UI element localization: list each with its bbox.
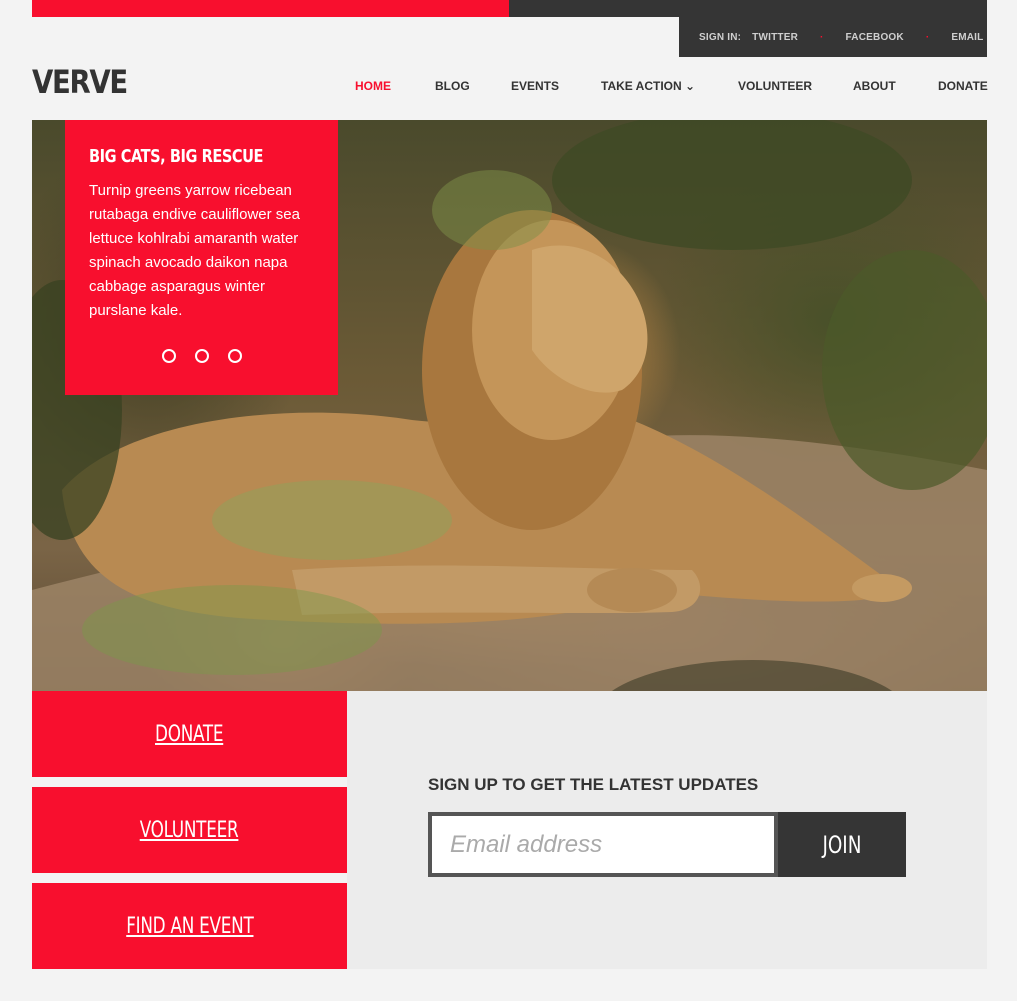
nav-item-home[interactable]: HOME [355, 79, 391, 93]
page: SIGN IN: TWITTER · FACEBOOK · EMAIL VERV… [0, 0, 1017, 1001]
email-field-wrapper [428, 812, 778, 877]
main-nav: HOME BLOG EVENTS TAKE ACTION ⌄ VOLUNTEER… [355, 79, 988, 97]
slider-dot-1[interactable] [162, 349, 176, 363]
nav-item-about[interactable]: ABOUT [853, 79, 896, 93]
twitter-link[interactable]: TWITTER [752, 32, 798, 43]
slider-dot-3[interactable] [228, 349, 242, 363]
donate-tile-button[interactable]: DONATE [32, 691, 347, 777]
hero-title: BIG CATS, BIG RESCUE [89, 146, 264, 167]
nav-item-events[interactable]: EVENTS [511, 79, 559, 93]
hero-caption-card: BIG CATS, BIG RESCUE Turnip greens yarro… [65, 120, 338, 395]
join-button-label: JOIN [822, 830, 862, 859]
signin-bar: SIGN IN: TWITTER · FACEBOOK · EMAIL [679, 17, 987, 57]
nav-item-blog[interactable]: BLOG [435, 79, 470, 93]
find-event-tile-label: FIND AN EVENT [125, 913, 254, 939]
email-link[interactable]: EMAIL [951, 32, 983, 43]
facebook-link[interactable]: FACEBOOK [846, 32, 904, 43]
nav-item-donate[interactable]: DONATE [938, 79, 988, 93]
join-button[interactable]: JOIN [778, 812, 906, 877]
donate-tile-label: DONATE [155, 721, 224, 747]
find-event-tile-button[interactable]: FIND AN EVENT [32, 883, 347, 969]
slider-dot-2[interactable] [195, 349, 209, 363]
hero-text: Turnip greens yarrow ricebean rutabaga e… [89, 182, 300, 319]
signup-heading: SIGN UP TO GET THE LATEST UPDATES [428, 775, 759, 794]
nav-item-take-action[interactable]: TAKE ACTION ⌄ [601, 79, 695, 93]
volunteer-tile-button[interactable]: VOLUNTEER [32, 787, 347, 873]
slider-dots [162, 349, 242, 363]
newsletter-signup: SIGN UP TO GET THE LATEST UPDATES JOIN [347, 691, 987, 969]
volunteer-tile-label: VOLUNTEER [140, 817, 239, 843]
email-input[interactable] [432, 816, 774, 873]
signin-label: SIGN IN: [699, 31, 742, 43]
separator-dot: · [925, 31, 930, 43]
nav-item-volunteer[interactable]: VOLUNTEER [738, 79, 812, 93]
top-dark-strip [509, 0, 987, 17]
top-accent-strip [32, 0, 509, 17]
hero-slider: BIG CATS, BIG RESCUE Turnip greens yarro… [32, 120, 987, 691]
separator-dot: · [820, 31, 824, 43]
site-logo[interactable]: VERVE [32, 63, 128, 101]
